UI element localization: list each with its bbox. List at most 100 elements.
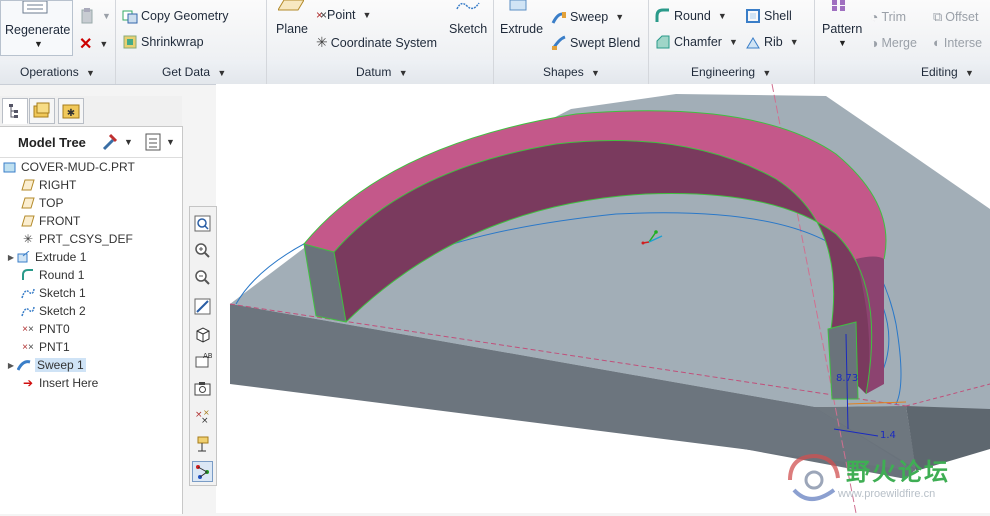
swept-blend-label: Swept Blend: [570, 36, 641, 50]
intersect-button[interactable]: ◐ Interse: [933, 35, 982, 50]
regenerate-button[interactable]: Regenerate ▼: [0, 0, 73, 56]
spin-center-icon: [196, 465, 209, 479]
swept-blend-icon: [551, 35, 566, 50]
view-toolbar: AB × × ×: [189, 206, 217, 486]
zoom-out-button[interactable]: [192, 267, 213, 288]
group-shapes[interactable]: Shapes ▼: [543, 65, 600, 79]
group-engineering[interactable]: Engineering ▼: [691, 65, 771, 79]
tree-item-csys[interactable]: ✳ PRT_CSYS_DEF: [10, 230, 133, 248]
divider: [648, 60, 649, 84]
tree-item-insert-here[interactable]: ➔ Insert Here: [10, 374, 98, 392]
watermark-title: 野火论坛: [846, 458, 950, 486]
tree-item-front[interactable]: FRONT: [10, 212, 80, 230]
shell-button[interactable]: Shell: [745, 8, 792, 24]
sweep-icon: [551, 12, 566, 24]
extrude-button[interactable]: Extrude: [498, 0, 546, 56]
dimension-8-73: 8.73: [836, 373, 858, 384]
delete-button[interactable]: ✕ ▼: [79, 34, 108, 54]
graphics-window[interactable]: 1.4 8.73 野火论坛 www.proewildfire.cn: [216, 83, 990, 514]
merge-icon: ◑: [870, 35, 879, 51]
copy-geometry-button[interactable]: Copy Geometry: [122, 8, 229, 24]
rib-button[interactable]: Rib ▼: [745, 34, 799, 50]
sweep-button[interactable]: Sweep ▼: [551, 9, 624, 25]
annotation-icon: [197, 436, 209, 452]
coordinate-system-label: Coordinate System: [330, 35, 438, 50]
tree-item-part[interactable]: COVER-MUD-C.PRT: [2, 158, 135, 176]
tree-item-sketch-2[interactable]: Sketch 2: [10, 302, 86, 320]
chevron-down-icon: ▼: [166, 137, 175, 147]
sketch-icon: [456, 2, 480, 10]
chamfer-label: Chamfer: [674, 35, 722, 49]
divider: [115, 60, 116, 84]
intersect-icon: ◐: [933, 35, 941, 50]
intersect-label: Interse: [943, 35, 983, 50]
swept-blend-button[interactable]: Swept Blend: [551, 35, 640, 51]
model-tree-header: Model Tree ▼ ▼: [0, 127, 182, 158]
spin-center-button[interactable]: [192, 461, 213, 482]
trim-label: Trim: [881, 10, 906, 24]
group-datum[interactable]: Datum ▼: [356, 65, 408, 79]
tree-item-pnt1[interactable]: × × PNT1: [10, 338, 70, 356]
tab-favorites[interactable]: ✱: [58, 98, 84, 124]
paste-button[interactable]: ▼: [79, 8, 111, 24]
show-menu-button[interactable]: ▼: [144, 132, 175, 152]
shrinkwrap-button[interactable]: Shrinkwrap: [122, 34, 204, 50]
datum-plane-icon: [20, 214, 36, 228]
coordinate-system-button[interactable]: ✳ Coordinate System: [316, 34, 437, 51]
round-button[interactable]: Round ▼: [655, 8, 727, 24]
tree-item-sweep-1[interactable]: ▶ Sweep 1: [6, 356, 86, 374]
tree-item-sketch-1[interactable]: Sketch 1: [10, 284, 86, 302]
expand-triangle-icon[interactable]: ▶: [6, 253, 16, 262]
shrinkwrap-icon: [123, 35, 137, 49]
model-tree-panel: Model Tree ▼ ▼ COVER-MUD-C.PRT RIGHT TOP…: [0, 126, 183, 514]
delete-x-icon: ✕: [79, 36, 93, 53]
zoom-in-button[interactable]: [192, 240, 213, 261]
shrinkwrap-label: Shrinkwrap: [141, 35, 204, 49]
point-button[interactable]: ×× Point ▼: [316, 8, 371, 22]
ribbon-group-bar: Operations ▼ Get Data ▼ Datum ▼ Shapes ▼…: [0, 60, 990, 85]
expand-triangle-icon[interactable]: ▶: [6, 361, 16, 370]
trim-icon: ◔: [870, 9, 879, 25]
sketch-label: Sketch: [449, 22, 488, 36]
sweep-icon: [16, 358, 32, 372]
shell-label: Shell: [764, 9, 792, 23]
group-get-data[interactable]: Get Data ▼: [162, 65, 226, 79]
sketch-icon: [20, 286, 36, 300]
tree-item-extrude-1[interactable]: ▶ Extrude 1: [6, 248, 86, 266]
sketch-button[interactable]: Sketch: [447, 0, 491, 56]
offset-button[interactable]: ⧉ Offset: [933, 9, 978, 25]
tree-item-top[interactable]: TOP: [10, 194, 63, 212]
group-operations[interactable]: Operations ▼: [20, 65, 95, 79]
camera-icon: [194, 382, 211, 396]
display-style-button[interactable]: [192, 323, 213, 344]
annotation-display-button[interactable]: [192, 434, 213, 455]
tab-folder-browser[interactable]: [29, 98, 55, 124]
chamfer-icon: [656, 35, 670, 49]
dimension-1-4: 1.4: [880, 430, 896, 441]
pattern-button[interactable]: Pattern ▼: [818, 0, 866, 56]
tree-settings-button[interactable]: ▼: [100, 132, 133, 152]
group-editing[interactable]: Editing ▼: [921, 65, 974, 79]
refit-button[interactable]: [192, 213, 213, 234]
plane-button[interactable]: Plane: [274, 0, 310, 56]
part-icon: [2, 160, 18, 174]
pattern-icon: [832, 0, 845, 11]
tree-item-right[interactable]: RIGHT: [10, 176, 76, 194]
sweep-label: Sweep: [570, 10, 609, 24]
extrude-label: Extrude: [500, 22, 544, 36]
view-manager-button[interactable]: [192, 378, 213, 399]
tab-model-tree[interactable]: [2, 98, 28, 124]
tree-item-round-1[interactable]: Round 1: [10, 266, 84, 284]
merge-button[interactable]: ◑ Merge: [870, 35, 917, 51]
repaint-button[interactable]: [192, 296, 213, 317]
tree-item-pnt0[interactable]: × × PNT0: [10, 320, 70, 338]
zoom-in-icon: [195, 243, 210, 258]
datum-display-button[interactable]: × × ×: [192, 406, 213, 427]
saved-orientations-button[interactable]: AB: [192, 350, 213, 371]
extrude-icon: [509, 0, 527, 11]
chevron-down-icon: ▼: [362, 10, 372, 20]
extrude-icon: [16, 250, 32, 264]
chamfer-button[interactable]: Chamfer ▼: [655, 34, 738, 50]
trim-button[interactable]: ◔ Trim: [870, 9, 906, 25]
sweep-end-cap-right: [827, 321, 859, 400]
